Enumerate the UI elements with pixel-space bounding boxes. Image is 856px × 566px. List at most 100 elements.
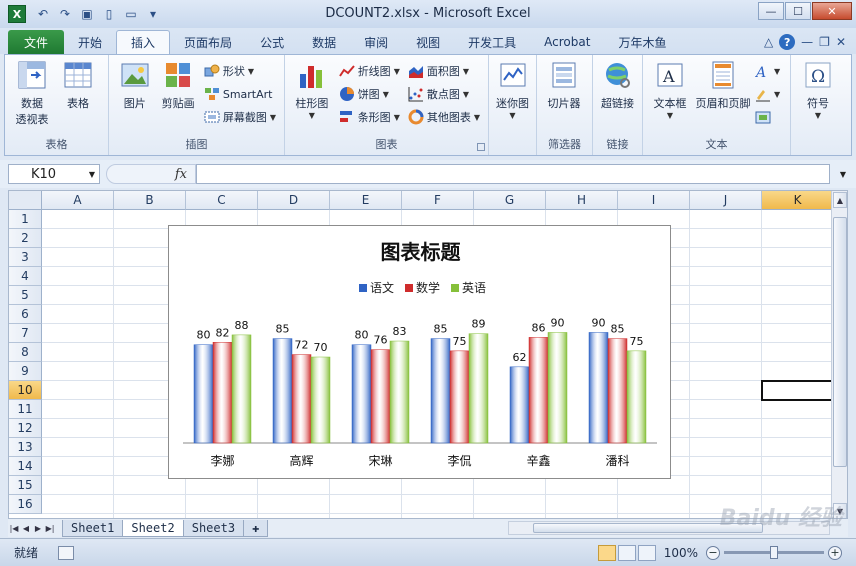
wordart-button[interactable]: A ▼ [754, 61, 780, 81]
group-illustrations: 图片 剪贴画 形状 ▼ SmartArt 屏幕截图 ▼ 插图 [109, 55, 285, 155]
sheet-tab-sheet2[interactable]: Sheet2 [122, 519, 184, 537]
row-header-13[interactable]: 13 [9, 438, 42, 457]
scatter-chart-button[interactable]: 散点图 ▼ [408, 84, 480, 104]
row-header-3[interactable]: 3 [9, 248, 42, 267]
close-button[interactable]: ✕ [812, 2, 852, 20]
sheet-tab-sheet1[interactable]: Sheet1 [62, 519, 124, 537]
embedded-chart[interactable]: 图表标题 语文 数学 英语 80 82 88 李娜 85 72 70 高辉 80 76 83 宋琳 85 75 89… [168, 225, 671, 479]
zoom-out-icon[interactable]: − [706, 545, 720, 560]
tab-formulas[interactable]: 公式 [246, 30, 298, 54]
tab-acrobat[interactable]: Acrobat [530, 30, 604, 54]
sparkline-button[interactable]: 迷你图 ▼ [493, 59, 532, 155]
vertical-scroll-thumb[interactable] [833, 217, 847, 467]
column-header-j[interactable]: J [690, 191, 762, 210]
tab-review[interactable]: 审阅 [350, 30, 402, 54]
column-header-b[interactable]: B [114, 191, 186, 210]
zoom-in-icon[interactable]: + [828, 545, 842, 560]
shapes-button[interactable]: 形状 ▼ [204, 61, 276, 81]
tab-developer[interactable]: 开发工具 [454, 30, 530, 54]
row-header-11[interactable]: 11 [9, 400, 42, 419]
bar-3-3 [389, 340, 410, 444]
row-header-2[interactable]: 2 [9, 229, 42, 248]
tab-wannianmuyu[interactable]: 万年木鱼 [604, 30, 680, 54]
last-sheet-icon[interactable]: ▶| [44, 521, 56, 535]
page-layout-view-icon[interactable] [617, 544, 636, 561]
group-illustrations-label: 插图 [185, 138, 208, 151]
smartart-button[interactable]: SmartArt [204, 84, 276, 104]
tab-page-layout[interactable]: 页面布局 [170, 30, 246, 54]
sheet-tab-sheet3[interactable]: Sheet3 [182, 519, 245, 537]
collapse-ribbon-icon[interactable]: △ [764, 35, 773, 49]
select-all-corner[interactable] [9, 191, 42, 210]
row-header-6[interactable]: 6 [9, 305, 42, 324]
symbol-button[interactable]: Ω 符号 ▼ [795, 59, 841, 155]
zoom-track[interactable] [724, 546, 824, 559]
prev-sheet-icon[interactable]: ◀ [20, 521, 32, 535]
scroll-up-icon[interactable]: ▲ [833, 192, 847, 208]
signature-line-button[interactable]: ▼ [755, 84, 780, 104]
workbook-close-icon[interactable]: ✕ [836, 35, 846, 49]
insert-function-button[interactable]: fx [106, 164, 196, 184]
column-header-a[interactable]: A [42, 191, 114, 210]
column-header-c[interactable]: C [186, 191, 258, 210]
tab-view[interactable]: 视图 [402, 30, 454, 54]
name-box-dropdown-icon[interactable]: ▼ [89, 170, 95, 179]
bar-chart-button[interactable]: 条形图 ▼ [339, 107, 400, 127]
zoom-thumb[interactable] [770, 546, 778, 559]
name-box[interactable]: K10 ▼ [8, 164, 100, 184]
row-header-9[interactable]: 9 [9, 362, 42, 381]
column-header-d[interactable]: D [258, 191, 330, 210]
tab-file[interactable]: 文件 [8, 30, 65, 54]
workbook-minimize-icon[interactable]: — [801, 35, 813, 49]
active-cell-k10[interactable] [761, 380, 834, 401]
normal-view-icon[interactable] [597, 544, 616, 561]
expand-formula-bar-icon[interactable]: ▼ [836, 164, 850, 184]
sparkline-label: 迷你图 [496, 97, 529, 110]
line-chart-button[interactable]: 折线图 ▼ [338, 61, 400, 81]
first-sheet-icon[interactable]: |◀ [8, 521, 20, 535]
bar-2-1 [212, 342, 233, 444]
row-header-8[interactable]: 8 [9, 343, 42, 362]
column-header-f[interactable]: F [402, 191, 474, 210]
vertical-scrollbar[interactable]: ▲ ▼ [831, 191, 847, 518]
insert-sheet-icon[interactable]: ✚ [243, 519, 269, 537]
group-text: A 文本框 ▼ 页眉和页脚 A ▼ ▼ 文本 [643, 55, 791, 155]
column-header-g[interactable]: G [474, 191, 546, 210]
tab-data[interactable]: 数据 [298, 30, 350, 54]
column-header-e[interactable]: E [330, 191, 402, 210]
data-label-2-5: 86 [532, 321, 546, 334]
row-header-14[interactable]: 14 [9, 457, 42, 476]
row-header-4[interactable]: 4 [9, 267, 42, 286]
pie-chart-button[interactable]: 饼图 ▼ [339, 84, 400, 104]
category-label-6: 潘科 [605, 454, 629, 468]
column-header-k[interactable]: K [762, 191, 834, 210]
tab-home[interactable]: 开始 [64, 30, 116, 54]
smartart-label: SmartArt [222, 87, 273, 101]
object-button[interactable] [755, 107, 780, 127]
row-header-12[interactable]: 12 [9, 419, 42, 438]
row-header-1[interactable]: 1 [9, 210, 42, 229]
page-break-view-icon[interactable] [637, 544, 656, 561]
minimize-button[interactable]: — [758, 2, 784, 20]
area-chart-button[interactable]: 面积图 ▼ [408, 61, 480, 81]
formula-input[interactable] [196, 164, 830, 184]
row-header-5[interactable]: 5 [9, 286, 42, 305]
help-icon[interactable]: ? [779, 34, 796, 50]
maximize-button[interactable]: ☐ [785, 2, 811, 20]
shapes-dropdown-icon: ▼ [247, 66, 254, 76]
row-header-10[interactable]: 10 [9, 381, 42, 400]
workbook-restore-icon[interactable]: ❐ [819, 35, 830, 49]
row-header-15[interactable]: 15 [9, 476, 42, 495]
row-header-7[interactable]: 7 [9, 324, 42, 343]
row-header-16[interactable]: 16 [9, 495, 42, 514]
scatter-chart-label: 散点图 [426, 88, 460, 101]
other-charts-button[interactable]: 其他图表 ▼ [408, 107, 480, 127]
group-tables-label: 表格 [45, 138, 68, 151]
next-sheet-icon[interactable]: ▶ [32, 521, 44, 535]
macro-record-icon[interactable] [58, 545, 75, 560]
zoom-level[interactable]: 100% [664, 546, 698, 560]
screenshot-button[interactable]: 屏幕截图 ▼ [204, 107, 276, 127]
column-header-i[interactable]: I [618, 191, 690, 210]
column-header-h[interactable]: H [546, 191, 618, 210]
tab-insert[interactable]: 插入 [116, 30, 171, 54]
